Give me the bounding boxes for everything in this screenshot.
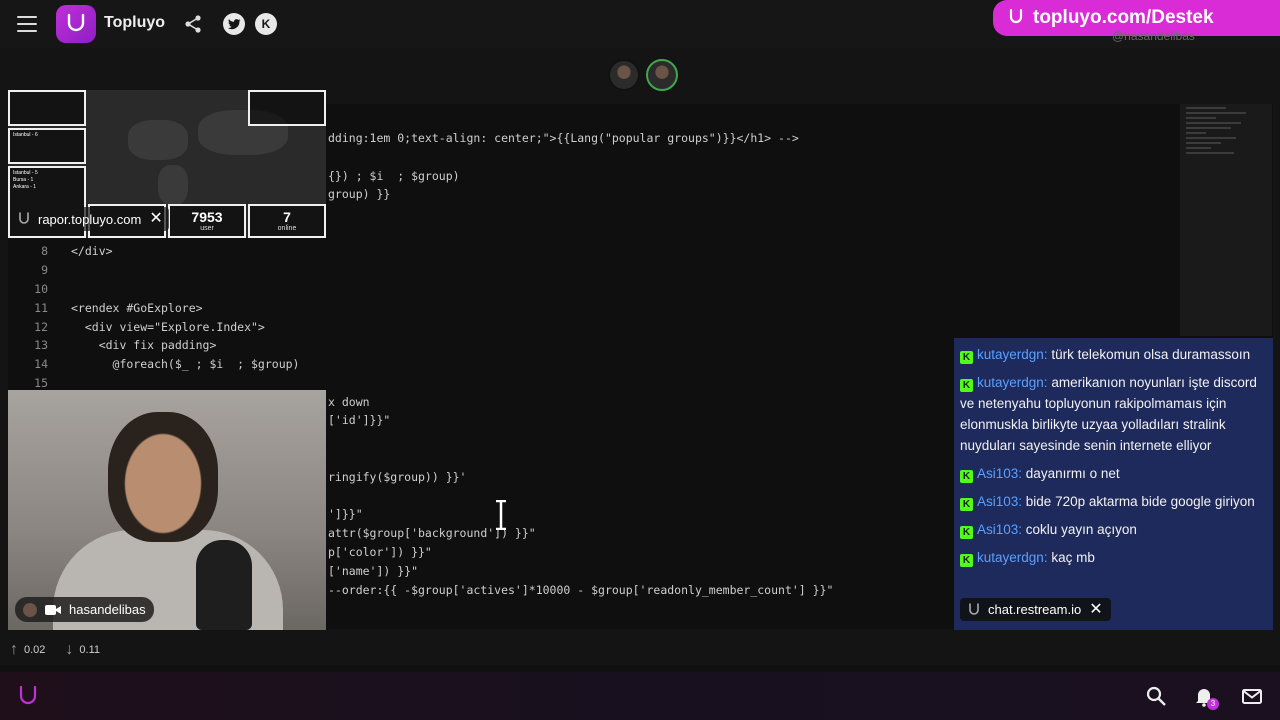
user-count-box: 7953 user [168,204,246,238]
chat-message: Kkutayerdgn: amerikanıon noyunları işte … [960,372,1265,456]
chat-username[interactable]: kutayerdgn: [977,375,1048,390]
mail-icon[interactable] [1241,685,1263,707]
kick-icon[interactable]: K [255,13,277,35]
kick-icon: K [960,554,973,567]
chat-overlay: Kkutayerdgn: türk telekomun olsa duramas… [954,338,1273,630]
download-rate: 0.11 [79,644,101,656]
city-list-text: Istanbul - 5 Bursa - 1 Ankara - 1 [13,170,38,190]
app-logo[interactable] [56,5,96,43]
chat-username[interactable]: Asi103: [977,466,1022,481]
line-number: 14 [34,357,48,371]
line-number: 13 [34,338,48,352]
user-label: user [200,225,214,232]
rapor-link[interactable]: rapor.topluyo.com [38,212,141,227]
chat-username[interactable]: Asi103: [977,522,1022,537]
participant-avatar-active[interactable] [646,59,678,91]
user-count: 7953 [191,209,223,225]
close-icon[interactable]: ✕ [1089,601,1102,618]
topluyo-logo-icon [1009,8,1023,24]
code-line: <div fix padding> [71,338,217,352]
city-stat-text: Istanbul - 6 [13,132,38,138]
online-count: 7 [283,209,291,225]
chat-message: K Asi103: bide 720p aktarma bide google g… [960,491,1265,512]
chat-username[interactable]: kutayerdgn: [977,347,1048,362]
search-icon[interactable] [1145,685,1167,707]
topluyo-logo-icon [969,602,979,615]
participant-avatar[interactable] [608,59,640,91]
line-number: 12 [34,320,48,334]
line-number: 15 [34,376,48,390]
code-line: @foreach($_ ; $i ; $group) [71,357,300,371]
stat-box [8,90,86,126]
code-line: p['color']) }}" [328,545,432,559]
chat-source-pill[interactable]: chat.restream.io ✕ [960,598,1111,621]
close-icon[interactable]: ✕ [149,211,162,227]
code-line: </div> [71,244,113,258]
kick-icon: K [960,498,973,511]
upload-arrow-icon: ↑ [10,641,18,658]
network-stats-bar: ↑ 0.02 ↓ 0.11 [0,635,1280,665]
code-line: <div view="Explore.Index"> [71,320,265,334]
online-count-box: 7 online [248,204,326,238]
app-title[interactable]: Topluyo [104,14,165,32]
webcam-feed [8,390,326,630]
chat-text: dayanırmı o net [1025,466,1120,481]
upload-rate: 0.02 [24,644,46,656]
kick-icon: K [960,526,973,539]
line-number: 9 [41,263,48,277]
chat-text: coklu yayın açıyon [1025,522,1137,537]
code-line: --order:{{ -$group['actives']*10000 - $g… [328,583,834,597]
chat-username[interactable]: Asi103: [977,494,1022,509]
notification-badge: 3 [1207,698,1219,710]
kick-icon: K [960,379,973,392]
code-line: ['name']) }}" [328,564,419,578]
camera-icon [45,604,61,615]
promo-username: @hasandelibas [1112,29,1195,43]
avatar [23,602,37,617]
stat-box [248,90,326,126]
webcam-name-tag: hasandelibas [15,597,154,622]
line-number: 8 [41,244,48,258]
promo-text: topluyo.com/Destek [1033,7,1214,28]
code-line: ']}}" [328,507,363,521]
chat-message: Kkutayerdgn: türk telekomun olsa duramas… [960,344,1265,365]
kick-icon: K [960,351,973,364]
chat-username[interactable]: kutayerdgn: [977,550,1048,565]
code-line: ringify($group)) }}' [328,470,467,484]
chat-source-link[interactable]: chat.restream.io [988,602,1081,617]
menu-icon[interactable] [17,16,37,32]
chat-text: kaç mb [1051,550,1095,565]
online-label: online [277,225,297,232]
kick-icon: K [960,470,973,483]
code-line: <rendex #GoExplore> [71,301,203,315]
microphone [196,540,252,630]
chat-text: bide 720p aktarma bide google giriyon [1025,494,1255,509]
code-line: x down [328,395,370,409]
chat-message: Kkutayerdgn: kaç mb [960,547,1265,568]
webcam-username: hasandelibas [69,602,146,617]
code-line: ['id']}}" [328,413,391,427]
chat-message: K Asi103: dayanırmı o net [960,463,1265,484]
rapor-link-pill[interactable]: rapor.topluyo.com ✕ [12,207,169,231]
text-cursor-icon [496,500,506,530]
editor-minimap[interactable] [1180,104,1272,336]
download-arrow-icon: ↓ [65,641,74,658]
code-line: dding:1em 0;text-align: center;">{{Lang(… [328,131,799,145]
chat-text: türk telekomun olsa duramassoın [1051,347,1251,362]
webcam-person-head [108,412,218,542]
city-stat-box: Istanbul - 6 [8,128,86,164]
line-number: 10 [34,282,48,296]
chat-message: K Asi103: coklu yayın açıyon [960,519,1265,540]
participant-avatars [608,59,678,91]
topluyo-logo-icon [19,212,29,224]
bottom-bar [0,672,1280,720]
code-line: {}) ; $i ; $group) [328,169,460,183]
topluyo-logo-icon[interactable] [16,684,40,708]
line-number: 11 [34,301,48,315]
share-icon[interactable] [182,13,204,35]
code-line: group) }} [328,187,391,201]
top-bar: Topluyo K topluyo.com/Destek @hasandelib… [0,0,1280,48]
twitter-icon[interactable] [223,13,245,35]
